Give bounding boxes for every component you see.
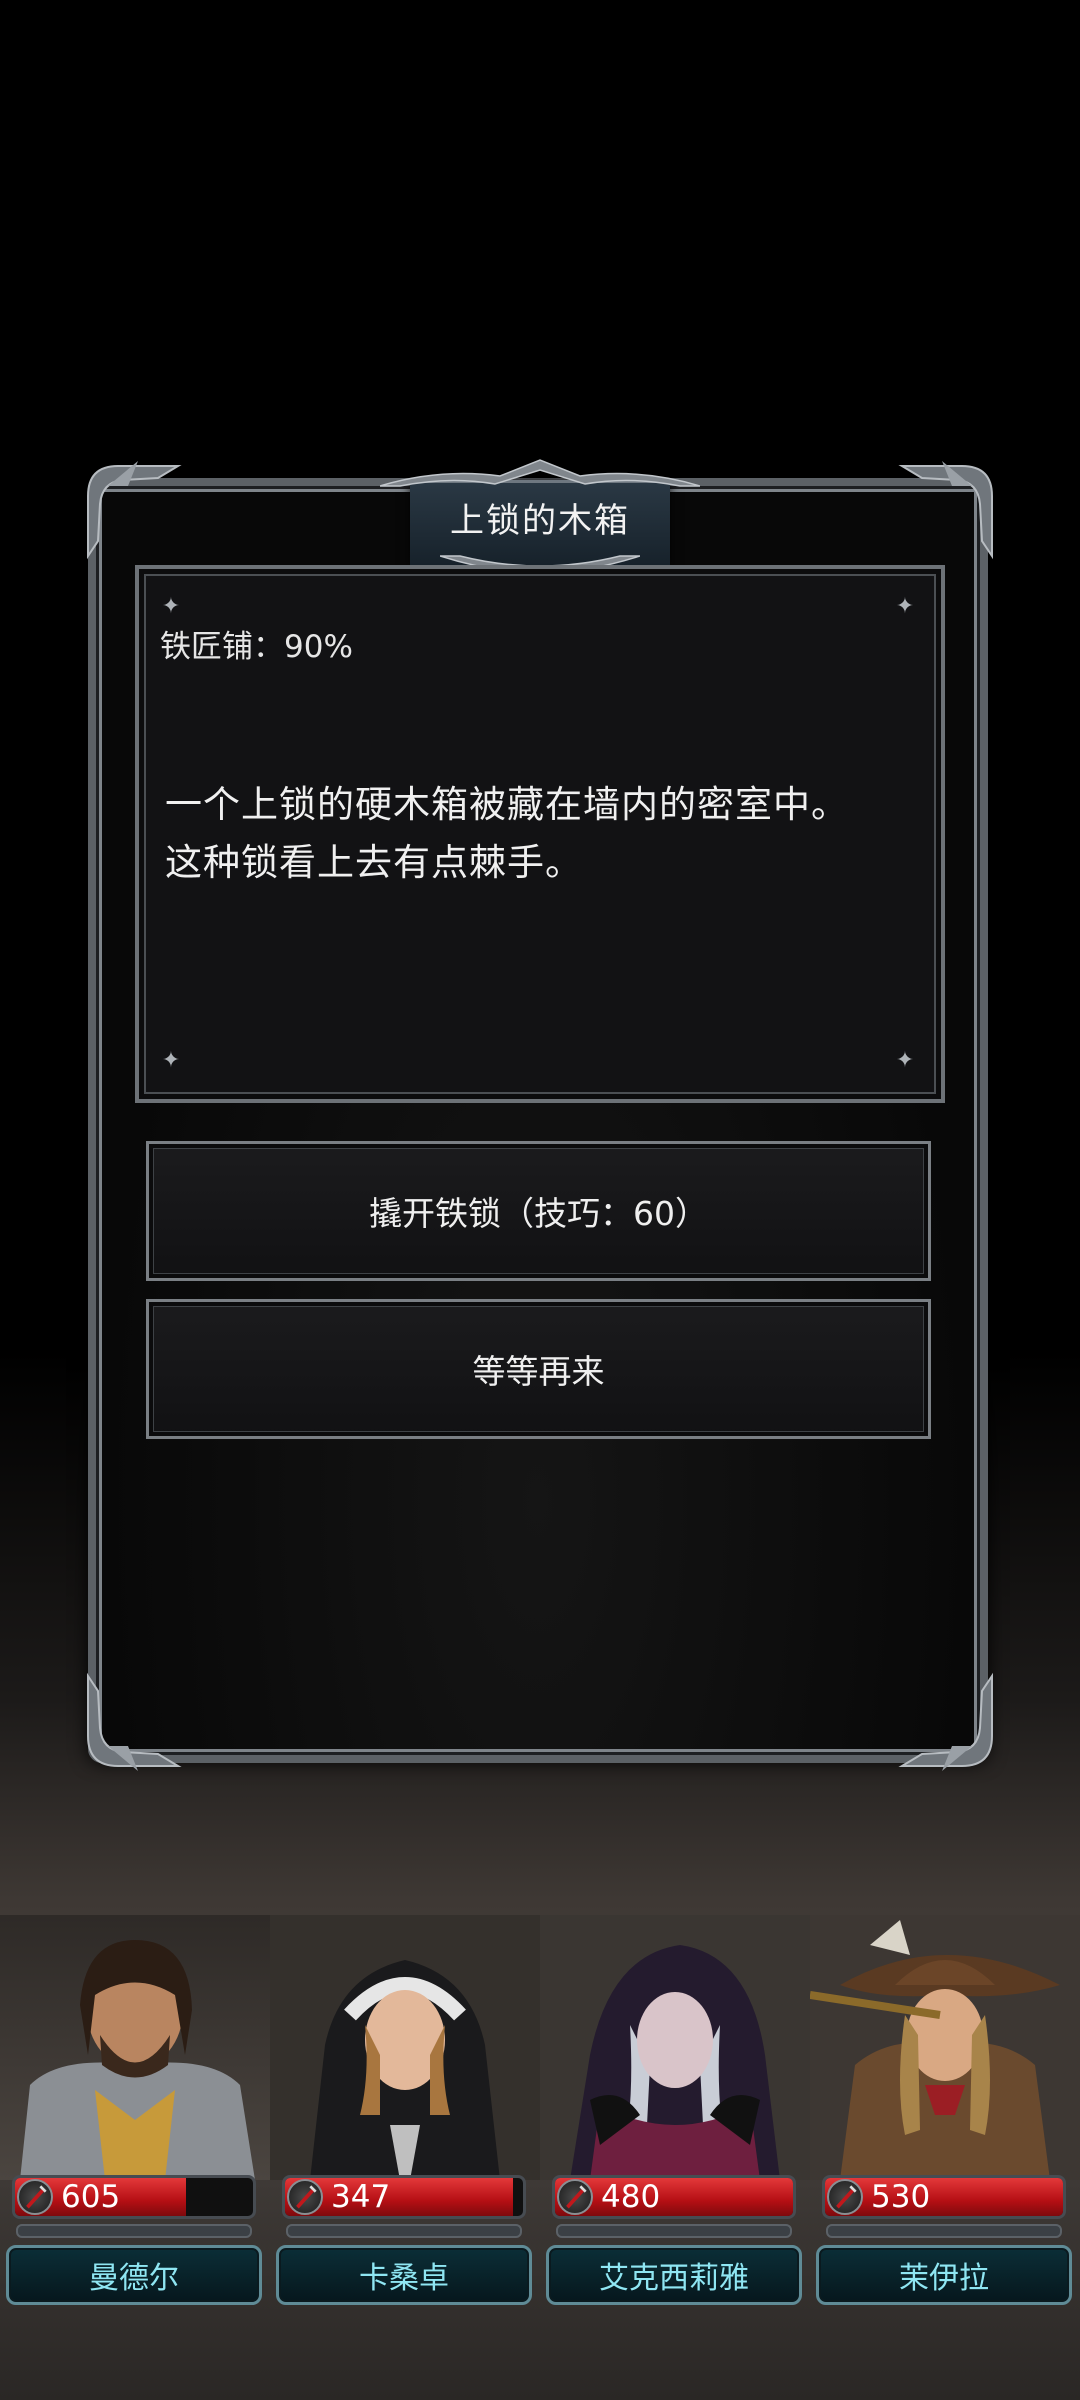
event-title: 上锁的木箱 — [450, 501, 630, 541]
armored-man-portrait — [0, 1915, 270, 2180]
party-member-moira[interactable]: 530 茉伊拉 — [810, 1915, 1080, 2395]
hp-value: 480 — [601, 2179, 661, 2215]
nun-portrait — [270, 1915, 540, 2180]
pick-lock-button[interactable]: 撬开铁锁（技巧：60） — [146, 1141, 931, 1281]
hp-bar: 605 — [12, 2175, 256, 2219]
frame-ornament-icon — [78, 1666, 188, 1776]
hp-value: 605 — [61, 2179, 121, 2215]
sparkle-icon: ✦ — [895, 594, 915, 619]
hp-bar: 480 — [552, 2175, 796, 2219]
blood-drop-icon — [827, 2179, 863, 2215]
come-back-later-button[interactable]: 等等再来 — [146, 1299, 931, 1439]
stress-bar — [16, 2224, 252, 2238]
stress-bar — [556, 2224, 792, 2238]
frame-ornament-icon — [892, 1666, 1002, 1776]
sparkle-icon: ✦ — [895, 1048, 915, 1073]
description-line: 一个上锁的硬木箱被藏在墙内的密室中。 — [165, 783, 849, 826]
hero-name[interactable]: 艾克西莉雅 — [546, 2245, 802, 2305]
stress-bar — [826, 2224, 1062, 2238]
hp-bar: 530 — [822, 2175, 1066, 2219]
hunter-portrait — [810, 1915, 1080, 2180]
hp-value: 347 — [331, 2179, 391, 2215]
party-member-axilia[interactable]: 480 艾克西莉雅 — [540, 1915, 810, 2395]
frame-ornament-icon — [78, 456, 188, 566]
hp-bar: 347 — [282, 2175, 526, 2219]
hp-value: 530 — [871, 2179, 931, 2215]
description-line: 这种锁看上去有点棘手。 — [165, 841, 583, 884]
event-description: 一个上锁的硬木箱被藏在墙内的密室中。 这种锁看上去有点棘手。 — [165, 776, 925, 892]
hero-name[interactable]: 卡桑卓 — [276, 2245, 532, 2305]
blood-drop-icon — [557, 2179, 593, 2215]
party-member-mandel[interactable]: 605 曼德尔 — [0, 1915, 270, 2395]
blood-drop-icon — [17, 2179, 53, 2215]
hero-name[interactable]: 曼德尔 — [6, 2245, 262, 2305]
hero-name[interactable]: 茉伊拉 — [816, 2245, 1072, 2305]
frame-ornament-icon — [892, 456, 1002, 566]
hooded-sorceress-portrait — [540, 1915, 810, 2180]
sparkle-icon: ✦ — [161, 594, 181, 619]
stress-bar — [286, 2224, 522, 2238]
sparkle-icon: ✦ — [161, 1048, 181, 1073]
blood-drop-icon — [287, 2179, 323, 2215]
party-member-kasandra[interactable]: 347 卡桑卓 — [270, 1915, 540, 2395]
location-text: 铁匠铺：90% — [160, 629, 353, 665]
